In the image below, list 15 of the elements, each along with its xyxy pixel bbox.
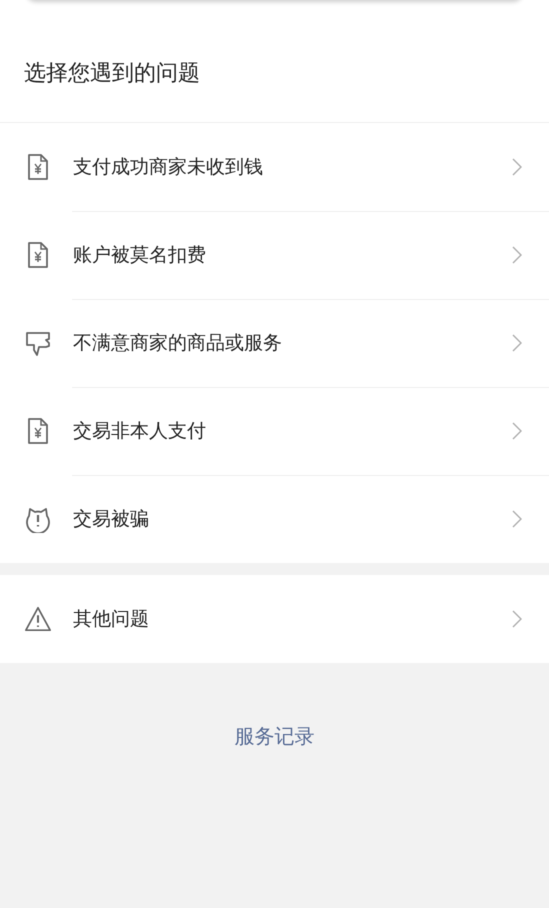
chevron-right-icon xyxy=(512,422,522,440)
warning-icon xyxy=(24,605,52,633)
problem-label: 不满意商家的商品或服务 xyxy=(73,331,283,356)
chevron-right-icon xyxy=(512,246,522,264)
thumbs-down-icon xyxy=(24,329,52,357)
chevron-right-icon xyxy=(512,334,522,352)
chevron-right-icon xyxy=(512,510,522,528)
problem-label: 其他问题 xyxy=(73,607,150,632)
problem-label: 支付成功商家未收到钱 xyxy=(73,155,264,180)
problem-label: 账户被莫名扣费 xyxy=(73,243,207,268)
service-records-link[interactable]: 服务记录 xyxy=(234,723,314,750)
problem-label: 交易非本人支付 xyxy=(73,419,207,444)
chevron-right-icon xyxy=(512,610,522,628)
chevron-right-icon xyxy=(512,158,522,176)
problem-label: 交易被骗 xyxy=(73,507,150,532)
